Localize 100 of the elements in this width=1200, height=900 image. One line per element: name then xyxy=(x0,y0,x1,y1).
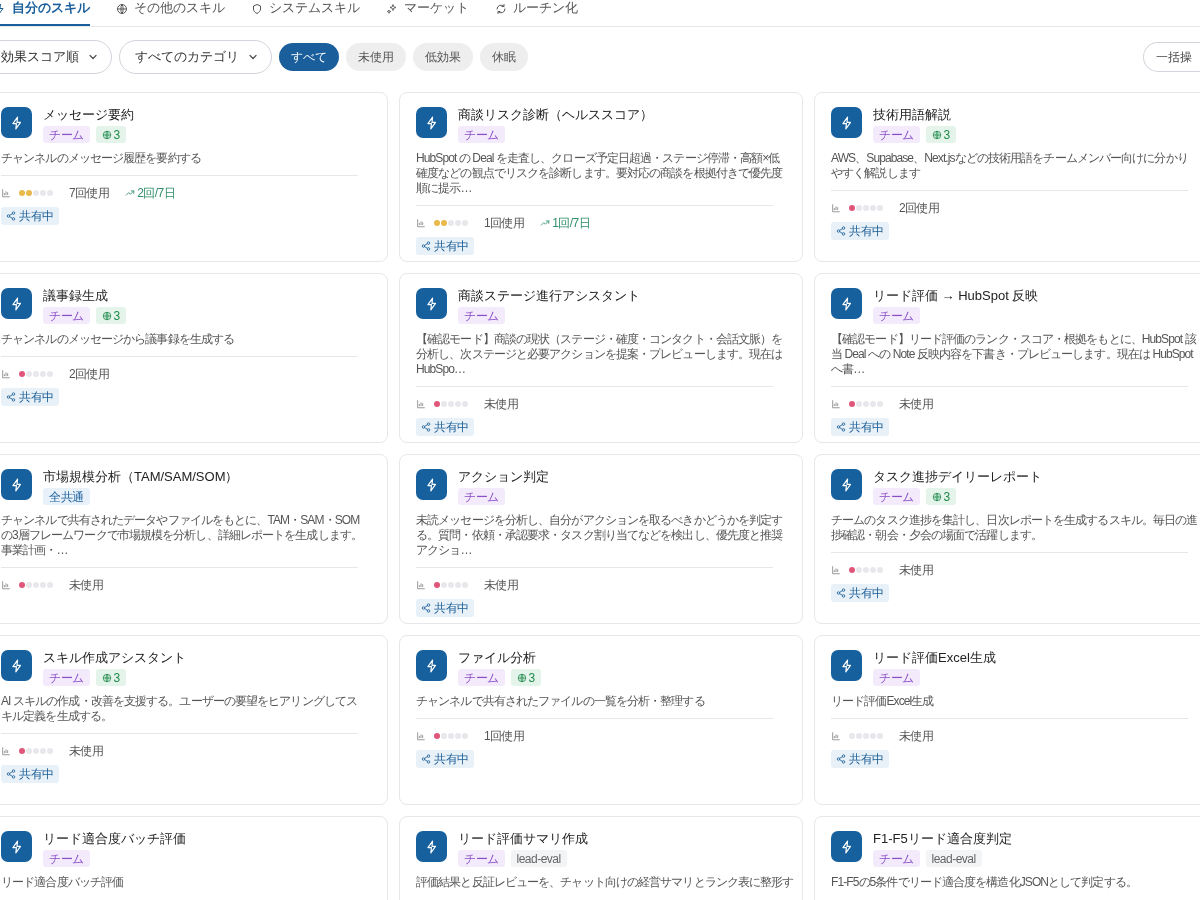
shared-badge: 共有中 xyxy=(416,750,474,768)
skill-name: F1-F5リード適合度判定 xyxy=(873,831,1012,847)
all-shared-tag: 全共通 xyxy=(43,488,90,505)
skill-description: リード評価Excel生成 xyxy=(831,694,935,709)
skill-description: チャンネルで共有されたファイルの一覧を分析・整理する xyxy=(416,694,706,709)
skill-description: 【確認モード】商談の現状（ステージ・確度・コンタクト・会話文脈）を分析し、次ステージと必要アクションを提案・プレビューします。現在は HubSpo… xyxy=(416,332,784,377)
filter-chip[interactable]: 未使用 xyxy=(346,43,406,71)
skill-description: 未読メッセージを分析し、自分がアクションを取るべきかどうかを判定する。質問・依頼・承認要求・タスク割り当てなどを検出し、優先度と推奨アクショ… xyxy=(416,513,784,558)
usage-count: 未使用 xyxy=(69,743,104,760)
skill-card[interactable]: 商談リスク診断（ヘルススコア） チーム HubSpot の Deal を走査し、クローズ予定日超過・ステージ停滞・高額×低確度などの観点でリスクを診断します。要対応の商談を根拠付きで優先度順に提示… 1回使用 1回/7日 共有中 xyxy=(399,92,803,262)
skill-description: チャンネルのメッセージから議事録を生成する xyxy=(1,332,236,347)
usage-count: 未使用 xyxy=(484,577,519,594)
skill-name: スキル作成アシスタント xyxy=(43,650,186,666)
skill-description: チームのタスク進捗を集計し、日次レポートを生成するスキル。毎日の進捗確認・朝会・夕会の場面で活躍します。 xyxy=(831,513,1199,543)
skill-name: リード評価サマリ作成 xyxy=(458,831,588,847)
usage-count: 未使用 xyxy=(899,396,934,413)
team-tag: チーム xyxy=(458,307,505,324)
skill-card[interactable]: 議事録生成 チーム 3 チャンネルのメッセージから議事録を生成する 2回使用 共有中 xyxy=(0,273,388,443)
skill-name: メッセージ要約 xyxy=(43,107,134,123)
skill-card[interactable]: リード適合度バッチ評価 チーム リード適合度バッチ評価 xyxy=(0,816,388,900)
skill-description: F1-F5の5条件でリード適合度を構造化JSONとして判定する。 xyxy=(831,875,1138,890)
usage-count: 未使用 xyxy=(899,728,934,745)
shared-badge: 共有中 xyxy=(1,765,59,783)
skill-description: チャンネルのメッセージ履歴を要約する xyxy=(1,151,202,166)
team-tag: チーム xyxy=(458,488,505,505)
shared-badge: 共有中 xyxy=(831,584,889,602)
channel-count-tag: 3 xyxy=(95,669,126,686)
weekly-trend: 2回/7日 xyxy=(125,184,175,202)
sort-dropdown[interactable]: 効果スコア順 xyxy=(0,40,112,74)
category-dropdown[interactable]: すべてのカテゴリ xyxy=(119,40,272,74)
usage-count: 2回使用 xyxy=(899,200,940,217)
team-tag: チーム xyxy=(873,669,920,686)
skill-name: 技術用語解説 xyxy=(873,107,952,123)
skill-card[interactable]: リード評価サマリ作成 チーム lead-eval 評価結果と反証レビューを、チャット向けの経営サマリとランク表に整形す xyxy=(399,816,803,900)
shared-badge: 共有中 xyxy=(1,207,59,225)
tab[interactable]: 自分のスキル xyxy=(0,0,90,26)
skill-card[interactable]: リード評価 → HubSpot 反映 チーム 【確認モード】リード評価のランク・スコア・根拠をもとに、HubSpot 該当 Deal への Note 反映内容を下書き・プレビューします。現在は HubSpot へ書… 未使用 共有中 xyxy=(814,273,1200,443)
tab[interactable]: ルーチン化 xyxy=(495,0,578,26)
shared-badge: 共有中 xyxy=(416,599,474,617)
skill-card[interactable]: 市場規模分析（TAM/SAM/SOM） 全共通 チャンネルで共有されたデータやファイルをもとに、TAM・SAM・SOM の3層フレームワークで市場規模を分析し、詳細レポートを生成します。事業計画・… 未使用 xyxy=(0,454,388,624)
team-tag: チーム xyxy=(873,126,920,143)
team-tag: チーム xyxy=(873,850,920,867)
usage-count: 1回使用 xyxy=(484,215,525,232)
filter-chip[interactable]: すべて xyxy=(279,43,339,71)
team-tag: チーム xyxy=(873,488,920,505)
skill-name: 商談リスク診断（ヘルススコア） xyxy=(458,107,653,123)
shared-badge: 共有中 xyxy=(416,418,474,436)
team-tag: チーム xyxy=(458,126,505,143)
skill-card[interactable]: 技術用語解説 チーム 3 AWS、Supabase、Next.jsなどの技術用語をチームメンバー向けに分かりやすく解説します 2回使用 共有中 xyxy=(814,92,1200,262)
skill-description: チャンネルで共有されたデータやファイルをもとに、TAM・SAM・SOM の3層フレームワークで市場規模を分析し、詳細レポートを生成します。事業計画・… xyxy=(1,513,363,558)
skill-description: AWS、Supabase、Next.jsなどの技術用語をチームメンバー向けに分かりやすく解説します xyxy=(831,151,1189,181)
tab[interactable]: その他のスキル xyxy=(116,0,225,26)
filter-chip[interactable]: 低効果 xyxy=(413,43,473,71)
label-tag: lead-eval xyxy=(510,850,567,867)
skill-name: リード評価Excel生成 xyxy=(873,650,996,666)
usage-count: 1回使用 xyxy=(484,728,525,745)
skill-card[interactable]: タスク進捗デイリーレポート チーム 3 チームのタスク進捗を集計し、日次レポートを生成するスキル。毎日の進捗確認・朝会・夕会の場面で活躍します。 未使用 共有中 xyxy=(814,454,1200,624)
skill-name: ファイル分析 xyxy=(458,650,537,666)
channel-count-tag: 3 xyxy=(95,126,126,143)
team-tag: チーム xyxy=(43,126,90,143)
skill-name: 市場規模分析（TAM/SAM/SOM） xyxy=(43,469,239,485)
skill-card[interactable]: ファイル分析 チーム 3 チャンネルで共有されたファイルの一覧を分析・整理する 1回使用 共有中 xyxy=(399,635,803,805)
team-tag: チーム xyxy=(458,850,505,867)
skill-card[interactable]: スキル作成アシスタント チーム 3 AI スキルの作成・改善を支援する。ユーザーの要望をヒアリングしてスキル定義を生成する。 未使用 共有中 xyxy=(0,635,388,805)
channel-count-tag: 3 xyxy=(95,307,126,324)
tab[interactable]: マーケット xyxy=(386,0,469,26)
skill-description: 【確認モード】リード評価のランク・スコア・根拠をもとに、HubSpot 該当 Deal への Note 反映内容を下書き・プレビューします。現在は HubSpot へ書… xyxy=(831,332,1198,377)
skill-card[interactable]: アクション判定 チーム 未読メッセージを分析し、自分がアクションを取るべきかどうかを判定する。質問・依頼・承認要求・タスク割り当てなどを検出し、優先度と推奨アクショ… 未使用 共有中 xyxy=(399,454,803,624)
filter-chip[interactable]: 休眠 xyxy=(480,43,528,71)
team-tag: チーム xyxy=(43,850,90,867)
skill-description: 評価結果と反証レビューを、チャット向けの経営サマリとランク表に整形す xyxy=(416,875,795,890)
usage-count: 未使用 xyxy=(899,562,934,579)
skill-name: リード適合度バッチ評価 xyxy=(43,831,186,847)
skill-name: 商談ステージ進行アシスタント xyxy=(458,288,640,304)
team-tag: チーム xyxy=(43,669,90,686)
skill-description: AI スキルの作成・改善を支援する。ユーザーの要望をヒアリングしてスキル定義を生成する。 xyxy=(1,694,359,724)
usage-count: 未使用 xyxy=(484,396,519,413)
team-tag: チーム xyxy=(458,669,505,686)
label-tag: lead-eval xyxy=(925,850,982,867)
team-tag: チーム xyxy=(873,307,920,324)
skill-card[interactable]: F1-F5リード適合度判定 チーム lead-eval F1-F5の5条件でリード適合度を構造化JSONとして判定する。 xyxy=(814,816,1200,900)
shared-badge: 共有中 xyxy=(831,418,889,436)
skill-name: リード評価 → HubSpot 反映 xyxy=(873,288,1039,304)
usage-count: 未使用 xyxy=(69,577,104,594)
usage-count: 2回使用 xyxy=(69,366,110,383)
shared-badge: 共有中 xyxy=(831,222,889,240)
skill-card[interactable]: 商談ステージ進行アシスタント チーム 【確認モード】商談の現状（ステージ・確度・コンタクト・会話文脈）を分析し、次ステージと必要アクションを提案・プレビューします。現在は HubSpo… 未使用 共有中 xyxy=(399,273,803,443)
shared-badge: 共有中 xyxy=(1,388,59,406)
skill-card[interactable]: メッセージ要約 チーム 3 チャンネルのメッセージ履歴を要約する 7回使用 2回/7日 共有中 xyxy=(0,92,388,262)
shared-badge: 共有中 xyxy=(831,750,889,768)
skill-name: アクション判定 xyxy=(458,469,549,485)
skill-name: タスク進捗デイリーレポート xyxy=(873,469,1042,485)
channel-count-tag: 3 xyxy=(925,488,956,505)
tab[interactable]: システムスキル xyxy=(251,0,360,26)
team-tag: チーム xyxy=(43,307,90,324)
weekly-trend: 1回/7日 xyxy=(540,214,590,232)
channel-count-tag: 3 xyxy=(925,126,956,143)
skill-card[interactable]: リード評価Excel生成 チーム リード評価Excel生成 未使用 共有中 xyxy=(814,635,1200,805)
skill-description: リード適合度バッチ評価 xyxy=(1,875,125,890)
shared-badge: 共有中 xyxy=(416,237,474,255)
